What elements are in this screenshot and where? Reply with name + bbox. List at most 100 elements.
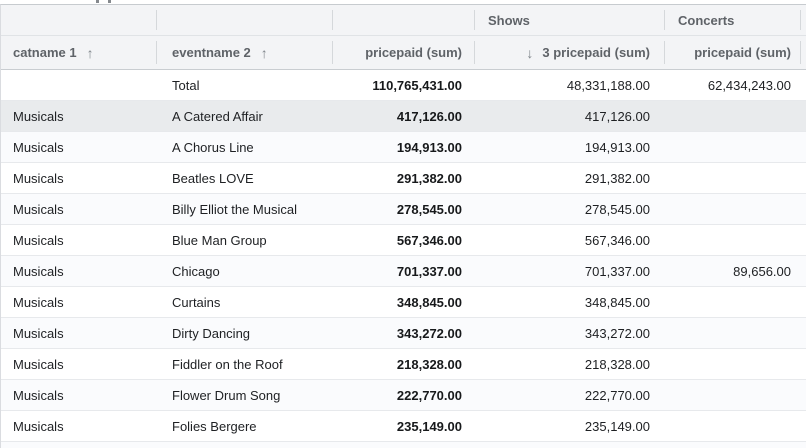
cell-eventname: Dirty Dancing <box>157 318 333 348</box>
table-row[interactable]: Musicals A Catered Affair 417,126.00 417… <box>1 101 806 132</box>
table-row[interactable]: Musicals Curtains 348,845.00 348,845.00 <box>1 287 806 318</box>
cell-overflow <box>801 256 806 286</box>
group-label-shows: Shows <box>488 13 530 28</box>
cell-overflow <box>801 194 806 224</box>
cell-overflow <box>801 318 806 348</box>
cell-eventname: Billy Elliot the Musical <box>157 194 333 224</box>
cell-eventname: Flower Drum Song <box>157 380 333 410</box>
cell-catname: Musicals <box>1 318 157 348</box>
cell-pricepaid-total: 235,149.00 <box>333 411 475 441</box>
cell-pricepaid-concerts: 89,656.00 <box>665 256 801 286</box>
column-header-row: catname 1 ↑ eventname 2 ↑ pricepaid (sum… <box>1 36 806 70</box>
cell-overflow <box>801 411 806 441</box>
cell-overflow <box>801 225 806 255</box>
cell-catname <box>1 70 157 100</box>
cell-catname: Musicals <box>1 132 157 162</box>
cell-pricepaid-concerts <box>665 194 801 224</box>
table-row[interactable]: Musicals Fiddler on the Roof 218,328.00 … <box>1 349 806 380</box>
cell-catname: Musicals <box>1 101 157 131</box>
cell-pricepaid-shows: 218,328.00 <box>475 349 665 379</box>
table-row-partial <box>1 442 806 448</box>
cell-overflow <box>801 70 806 100</box>
cell-pricepaid-concerts <box>665 380 801 410</box>
group-header-row: Shows Concerts <box>1 5 806 36</box>
cell-catname: Musicals <box>1 256 157 286</box>
column-header-label: eventname 2 <box>172 45 251 60</box>
cell-pricepaid-total: 417,126.00 <box>333 101 475 131</box>
cell-eventname: A Catered Affair <box>157 101 333 131</box>
cell-overflow <box>801 163 806 193</box>
cell-pricepaid-shows: 222,770.00 <box>475 380 665 410</box>
clipped-text-remnant <box>96 0 99 3</box>
table-row[interactable]: Musicals A Chorus Line 194,913.00 194,91… <box>1 132 806 163</box>
cell-eventname: A Chorus Line <box>157 132 333 162</box>
cell-overflow <box>801 101 806 131</box>
cell-eventname: Beatles LOVE <box>157 163 333 193</box>
sort-desc-icon[interactable]: ↓ <box>526 45 533 61</box>
table-row[interactable]: Musicals Beatles LOVE 291,382.00 291,382… <box>1 163 806 194</box>
cell-catname: Musicals <box>1 349 157 379</box>
cell-overflow <box>801 380 806 410</box>
sort-asc-icon[interactable]: ↑ <box>261 45 268 61</box>
cell-eventname: Curtains <box>157 287 333 317</box>
cell-pricepaid-concerts <box>665 132 801 162</box>
cell-pricepaid-concerts <box>665 318 801 348</box>
cell-pricepaid-total: 701,337.00 <box>333 256 475 286</box>
group-header-shows: Shows <box>475 5 665 35</box>
column-header-eventname[interactable]: eventname 2 ↑ <box>157 36 333 69</box>
table-row[interactable]: Musicals Folies Bergere 235,149.00 235,1… <box>1 411 806 442</box>
group-header-overflow <box>801 5 806 35</box>
cell-pricepaid-shows: 567,346.00 <box>475 225 665 255</box>
cell-overflow <box>801 132 806 162</box>
column-header-catname[interactable]: catname 1 ↑ <box>1 36 157 69</box>
cell-catname: Musicals <box>1 287 157 317</box>
column-header-overflow <box>801 36 806 69</box>
cell-pricepaid-concerts <box>665 101 801 131</box>
cell-eventname: Total <box>157 70 333 100</box>
cell-pricepaid-concerts: 62,434,243.00 <box>665 70 801 100</box>
cell-pricepaid-total: 343,272.00 <box>333 318 475 348</box>
group-header-spacer-catname <box>1 5 157 35</box>
table-row[interactable]: Musicals Blue Man Group 567,346.00 567,3… <box>1 225 806 256</box>
cell-pricepaid-shows: 278,545.00 <box>475 194 665 224</box>
clipped-text-remnant <box>108 0 111 3</box>
cell-pricepaid-shows: 343,272.00 <box>475 318 665 348</box>
cell-pricepaid-total: 222,770.00 <box>333 380 475 410</box>
column-header-pricepaid-total[interactable]: pricepaid (sum) <box>333 36 475 69</box>
table-row[interactable]: Musicals Flower Drum Song 222,770.00 222… <box>1 380 806 411</box>
cell-pricepaid-shows: 348,845.00 <box>475 287 665 317</box>
cell-pricepaid-shows: 194,913.00 <box>475 132 665 162</box>
cell-pricepaid-concerts <box>665 163 801 193</box>
group-header-concerts: Concerts <box>665 5 801 35</box>
cell-pricepaid-shows: 235,149.00 <box>475 411 665 441</box>
cell-pricepaid-total: 291,382.00 <box>333 163 475 193</box>
cell-pricepaid-concerts <box>665 225 801 255</box>
cell-pricepaid-total: 194,913.00 <box>333 132 475 162</box>
cell-pricepaid-shows: 291,382.00 <box>475 163 665 193</box>
column-header-label: 3 pricepaid (sum) <box>542 45 650 60</box>
cell-pricepaid-shows: 417,126.00 <box>475 101 665 131</box>
cell-catname: Musicals <box>1 380 157 410</box>
cell-catname: Musicals <box>1 225 157 255</box>
cell-overflow <box>801 349 806 379</box>
group-header-spacer-eventname <box>157 5 333 35</box>
cell-pricepaid-total: 348,845.00 <box>333 287 475 317</box>
column-header-label: pricepaid (sum) <box>694 45 791 60</box>
sort-asc-icon[interactable]: ↑ <box>87 45 94 61</box>
cell-pricepaid-total: 567,346.00 <box>333 225 475 255</box>
group-header-spacer-total <box>333 5 475 35</box>
cell-eventname: Folies Bergere <box>157 411 333 441</box>
column-header-label: pricepaid (sum) <box>365 45 462 60</box>
table-row[interactable]: Musicals Chicago 701,337.00 701,337.00 8… <box>1 256 806 287</box>
table-row[interactable]: Musicals Billy Elliot the Musical 278,54… <box>1 194 806 225</box>
cell-catname: Musicals <box>1 163 157 193</box>
table-row[interactable]: Musicals Dirty Dancing 343,272.00 343,27… <box>1 318 806 349</box>
column-header-pricepaid-concerts[interactable]: pricepaid (sum) <box>665 36 801 69</box>
cell-eventname: Fiddler on the Roof <box>157 349 333 379</box>
cell-pricepaid-total: 110,765,431.00 <box>333 70 475 100</box>
cell-pricepaid-total: 278,545.00 <box>333 194 475 224</box>
table-row[interactable]: Total 110,765,431.00 48,331,188.00 62,43… <box>1 70 806 101</box>
cell-pricepaid-shows: 701,337.00 <box>475 256 665 286</box>
column-header-pricepaid-shows[interactable]: ↓ 3 pricepaid (sum) <box>475 36 665 69</box>
cell-pricepaid-concerts <box>665 411 801 441</box>
